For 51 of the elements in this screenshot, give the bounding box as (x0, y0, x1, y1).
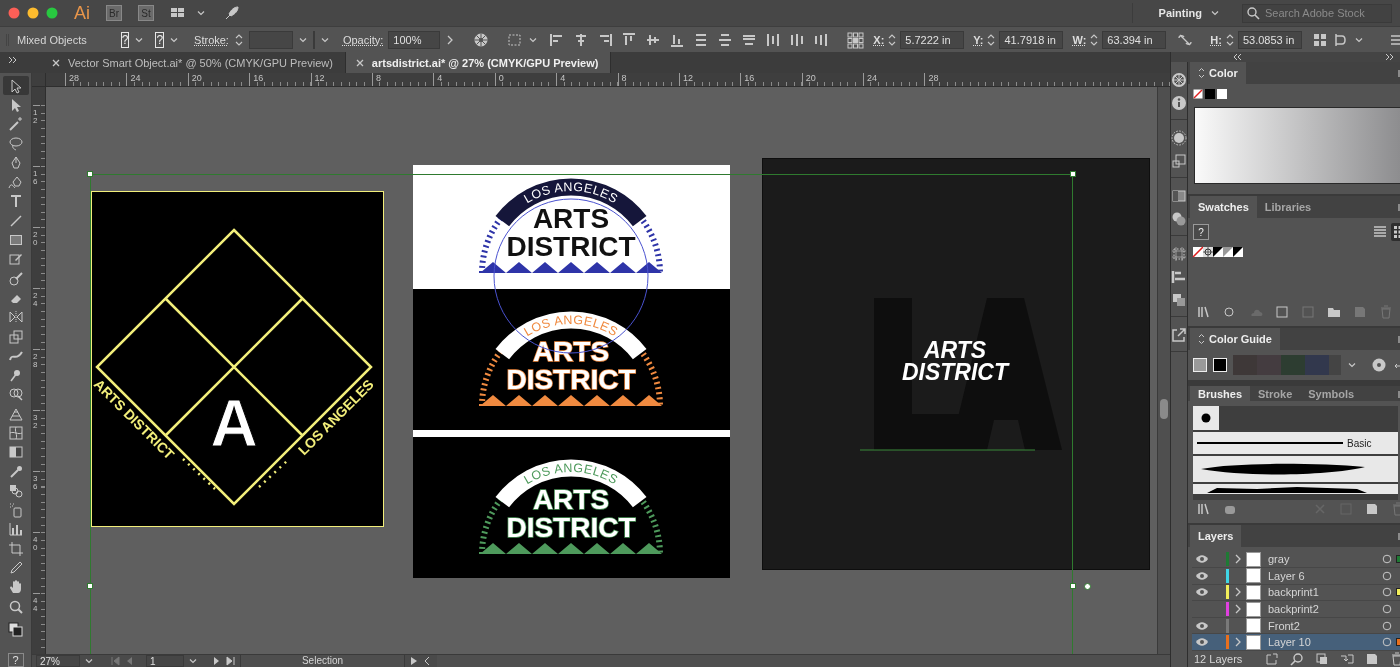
edit-toolbar-button[interactable]: ? (7, 653, 24, 667)
horizontal-ruler: 28 24 20 16 12 8 4 0 4 8 12 16 20 24 28 (46, 73, 1170, 87)
panel-tab[interactable]: Brushes (1190, 386, 1251, 402)
artwork-text: DISTRICT (506, 231, 636, 262)
zoom-field[interactable]: 27% (36, 655, 80, 667)
selection-type-label: Mixed Objects (6, 34, 95, 46)
layer-row[interactable]: backprint1 (1192, 584, 1400, 602)
panel-tab[interactable]: Color Guide (1190, 328, 1280, 351)
layer-name: Front2 (1267, 619, 1301, 632)
layer-name: Layer 10 (1267, 636, 1312, 649)
brush-name: Basic (1347, 437, 1372, 449)
field-label: W: (1072, 34, 1087, 46)
stroke-label: Stroke: (194, 34, 229, 46)
layer-row[interactable]: backprint2 (1192, 601, 1400, 618)
layer-name: Layer 6 (1267, 569, 1306, 582)
vertical-ruler: 12 16 20 24 28 32 36 40 44 (32, 87, 46, 654)
panel-tab[interactable]: Libraries (1256, 196, 1320, 219)
artwork-text: ARTS (532, 203, 610, 234)
opacity-field[interactable]: 100% (388, 31, 441, 49)
panel-tab[interactable]: Symbols (1300, 386, 1363, 402)
layer-name: gray (1267, 553, 1291, 566)
field-label: X: (873, 34, 885, 46)
artwork-text: DISTRICT (506, 512, 636, 543)
panel-tab[interactable]: Color (1190, 62, 1246, 84)
layer-row[interactable]: gray (1192, 551, 1400, 569)
panel-tab[interactable]: Layers (1190, 525, 1242, 548)
panel-tab[interactable]: Stroke (1250, 386, 1301, 402)
artwork-letter: A (210, 386, 258, 460)
transform-field[interactable]: 41.7918 in (999, 31, 1064, 49)
layer-name: backprint2 (1267, 603, 1320, 615)
artwork-text: DISTRICT (506, 364, 636, 395)
layer-row[interactable]: Layer 10 (1192, 634, 1400, 651)
field-label: Y: (973, 34, 984, 46)
document-tab[interactable]: artsdistrict.ai* @ 27% (CMYK/GPU Preview) (345, 52, 612, 73)
fill-swatch[interactable]: ? (120, 32, 130, 48)
search-field[interactable]: Search Adobe Stock (1242, 3, 1392, 23)
transform-field[interactable]: 53.0853 in (1237, 31, 1302, 49)
layer-row[interactable]: Layer 6 (1192, 568, 1400, 585)
workspace-button[interactable]: Painting (1158, 7, 1220, 19)
app-logo: Ai (74, 2, 90, 24)
fill-stroke-swatch[interactable]: ? (1193, 224, 1209, 241)
panel-tab[interactable]: Swatches (1190, 196, 1257, 219)
stroke-swatch[interactable]: ? (155, 32, 165, 48)
current-tool-label: Selection (240, 655, 405, 667)
transform-field[interactable]: 5.7222 in (900, 31, 965, 49)
page-field[interactable]: 1 (146, 655, 184, 667)
layer-name: backprint1 (1267, 586, 1320, 599)
opacity-label: Opacity: (342, 34, 384, 46)
layer-count: 12 Layers (1194, 653, 1243, 665)
field-label: H: (1210, 34, 1222, 46)
transform-field[interactable]: 63.394 in (1102, 31, 1167, 49)
